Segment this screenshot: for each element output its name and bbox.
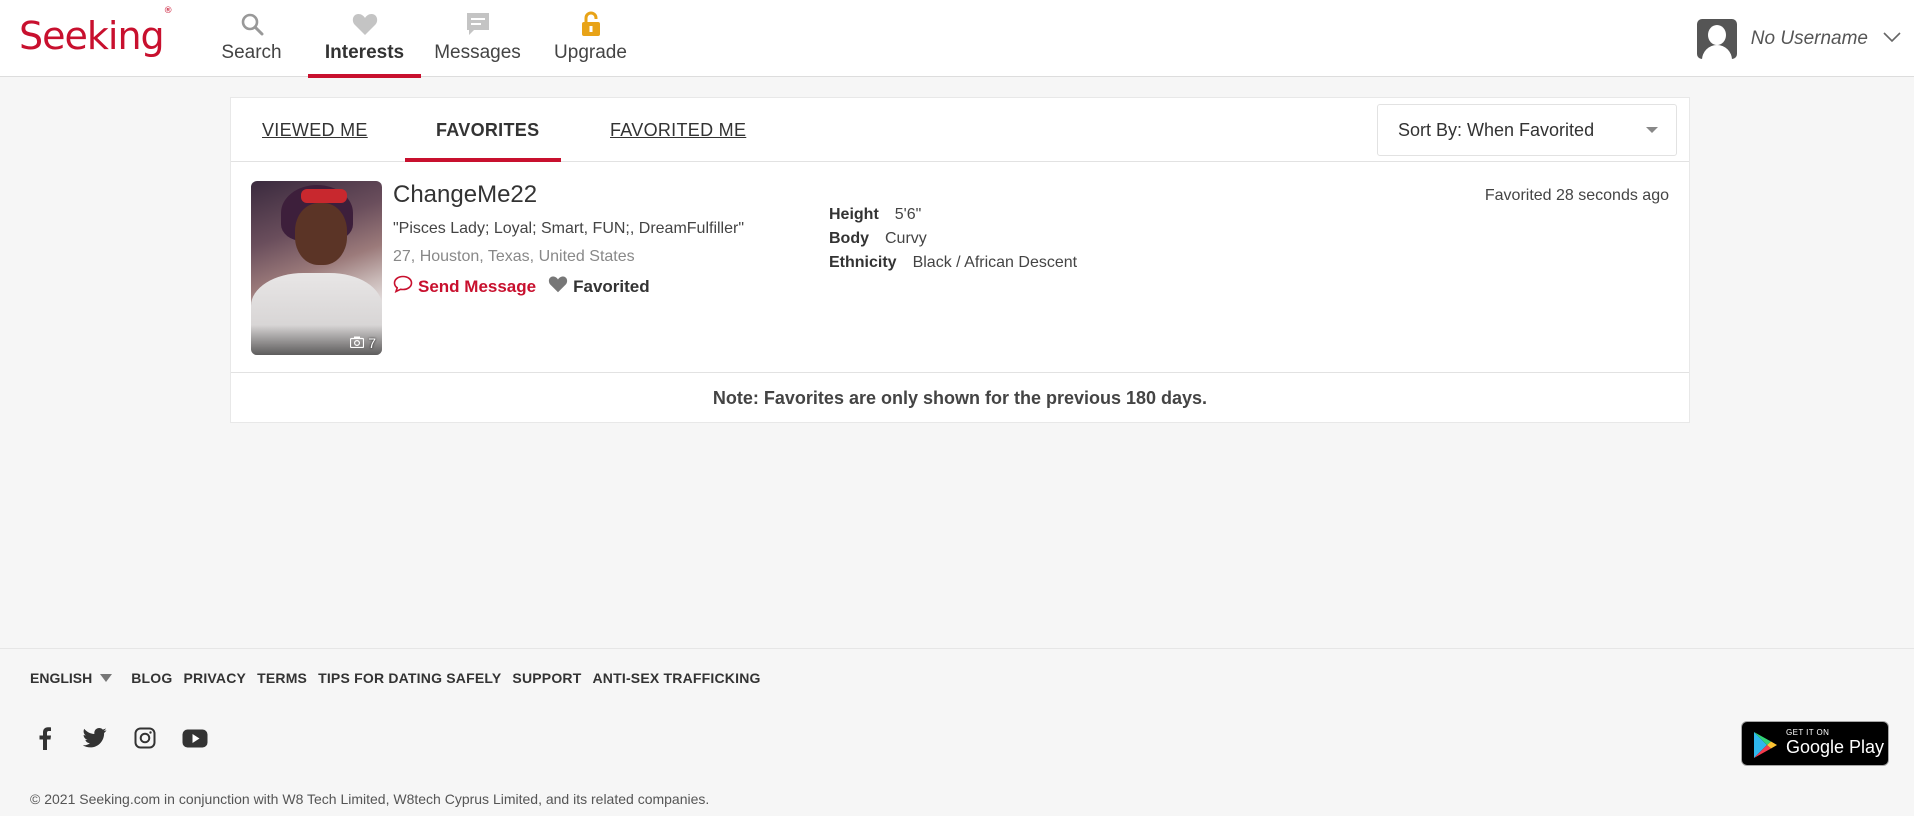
attr-key: Height [829, 206, 879, 223]
search-icon [238, 10, 266, 38]
logo-text: Seeking [19, 14, 165, 58]
attr-body: Body Curvy [829, 227, 1077, 251]
footer-link-support[interactable]: SUPPORT [512, 670, 581, 686]
photo-count: 7 [350, 335, 376, 351]
profile-attributes: Height 5'6" Body Curvy Ethnicity Black /… [829, 203, 1077, 275]
favorited-timestamp: Favorited 28 seconds ago [1484, 187, 1669, 204]
footer-link-privacy[interactable]: PRIVACY [183, 670, 246, 686]
lock-icon [577, 10, 605, 38]
tab-favorited-me[interactable]: FAVORITED ME [610, 120, 746, 141]
google-play-big-text: Google Play [1786, 737, 1885, 757]
send-message-button[interactable]: Send Message [393, 275, 536, 298]
profile-actions: Send Message Favorited [393, 275, 650, 298]
attr-value: Black / African Descent [912, 254, 1078, 271]
heart-icon [351, 10, 379, 38]
attr-height: Height 5'6" [829, 203, 1077, 227]
footer: ENGLISH BLOG PRIVACY TERMS TIPS FOR DATI… [0, 648, 1914, 816]
photo-headband [301, 189, 347, 203]
camera-icon [350, 335, 365, 351]
attr-key: Ethnicity [829, 254, 897, 271]
chevron-down-icon[interactable] [1882, 30, 1902, 48]
footer-link-terms[interactable]: TERMS [257, 670, 307, 686]
nav-search-label: Search [221, 42, 282, 63]
favorites-note: Note: Favorites are only shown for the p… [712, 387, 1208, 408]
active-tab-indicator [405, 158, 561, 162]
attr-key: Body [829, 230, 869, 247]
nav-messages-label: Messages [434, 42, 521, 63]
sort-label: Sort By: When Favorited [1398, 120, 1595, 140]
nav-upgrade-label: Upgrade [554, 42, 627, 63]
nav-messages[interactable]: Messages [421, 0, 534, 77]
nav-interests-label: Interests [324, 42, 405, 63]
sort-dropdown[interactable]: Sort By: When Favorited [1377, 104, 1677, 156]
message-icon [464, 10, 492, 38]
interest-tabs: VIEWED ME FAVORITES FAVORITED ME Sort By… [231, 98, 1689, 162]
photo-count-value: 7 [368, 335, 376, 351]
google-play-icon [1754, 732, 1777, 758]
tab-viewed-me[interactable]: VIEWED ME [262, 120, 368, 141]
footer-links: ENGLISH BLOG PRIVACY TERMS TIPS FOR DATI… [30, 670, 772, 686]
tab-favorites[interactable]: FAVORITES [436, 120, 539, 141]
attr-value: 5'6" [894, 206, 922, 223]
profile-photo[interactable]: 7 [251, 181, 382, 355]
favorited-label: Favorited [573, 276, 650, 296]
copyright: © 2021 Seeking.com in conjunction with W… [30, 791, 710, 807]
language-label: ENGLISH [30, 670, 93, 686]
footer-link-anti-trafficking[interactable]: ANTI-SEX TRAFFICKING [592, 670, 760, 686]
logo-mark: ® [163, 6, 173, 17]
profile-location: 27, Houston, Texas, United States [393, 248, 635, 265]
nav-search[interactable]: Search [195, 0, 308, 77]
seeking-logo[interactable]: Seeking® [19, 6, 173, 58]
list-item: 7 ChangeMe22 "Pisces Lady; Loyal; Smart,… [231, 163, 1689, 373]
main-nav: Search Interests Messages Upgrade [195, 0, 647, 78]
nav-upgrade[interactable]: Upgrade [534, 0, 647, 77]
twitter-icon[interactable] [82, 725, 108, 751]
footer-link-blog[interactable]: BLOG [131, 670, 172, 686]
nav-interests[interactable]: Interests [308, 0, 421, 78]
instagram-icon[interactable] [132, 725, 158, 751]
language-selector[interactable]: ENGLISH [30, 670, 113, 686]
favorited-button[interactable]: Favorited [548, 275, 650, 298]
social-links [32, 725, 232, 751]
username: No Username [1750, 27, 1868, 49]
caret-down-icon [100, 674, 113, 682]
attr-value: Curvy [885, 230, 927, 247]
top-header: Seeking® Search Interests Messages Upgra… [0, 0, 1914, 78]
youtube-icon[interactable] [182, 725, 208, 751]
photo-face [295, 203, 347, 265]
send-message-label: Send Message [418, 276, 537, 296]
profile-tagline: "Pisces Lady; Loyal; Smart, FUN;, DreamF… [393, 220, 745, 237]
google-play-badge[interactable]: GET IT ON Google Play [1741, 721, 1889, 766]
profile-name[interactable]: ChangeMe22 [393, 181, 537, 209]
caret-down-icon [1646, 127, 1658, 133]
avatar[interactable] [1696, 18, 1737, 59]
interests-card: VIEWED ME FAVORITES FAVORITED ME Sort By… [230, 97, 1690, 423]
user-menu[interactable]: No Username [1696, 0, 1914, 77]
attr-ethnicity: Ethnicity Black / African Descent [829, 251, 1077, 275]
heart-icon [548, 275, 573, 298]
google-play-small-text: GET IT ON [1786, 728, 1830, 737]
facebook-icon[interactable] [32, 725, 58, 751]
footer-link-tips[interactable]: TIPS FOR DATING SAFELY [318, 670, 501, 686]
chat-bubble-icon [393, 275, 418, 298]
